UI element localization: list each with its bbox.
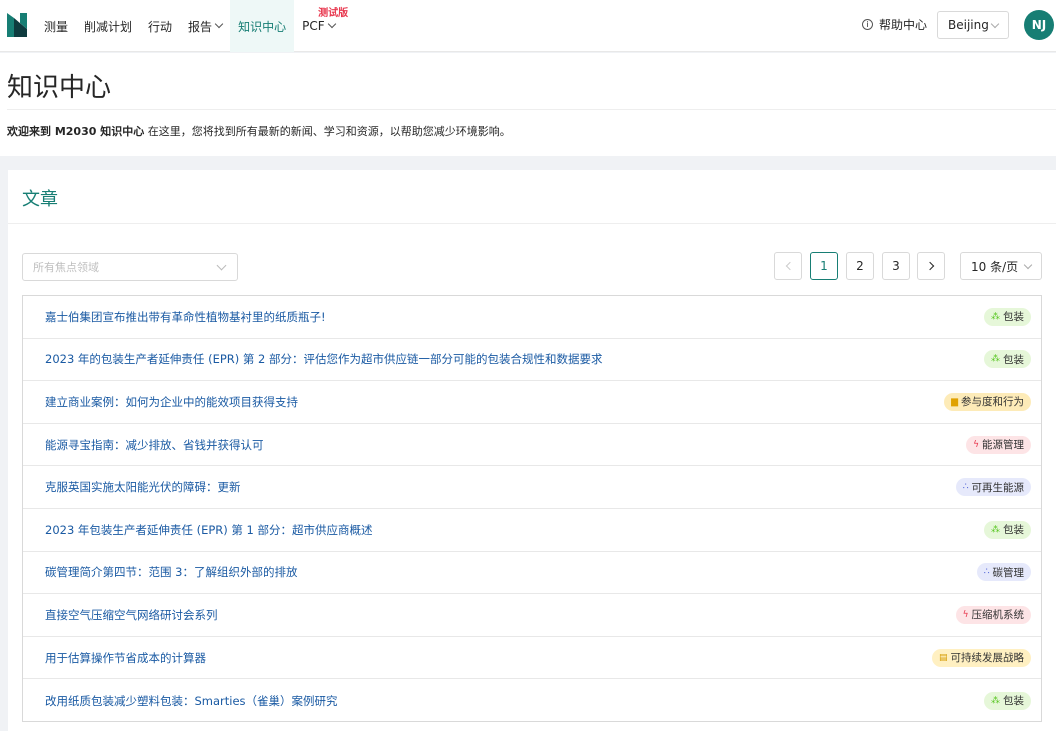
article-list: 嘉士伯集团宣布推出带有革命性植物基衬里的纸质瓶子! ⁂ 包装 2023 年的包装生产者…: [22, 295, 1042, 722]
article-title-link[interactable]: 2023 年的包装生产者延伸责任 (EPR) 第 2 部分：评估您作为超市供应链…: [45, 351, 603, 367]
chevron-down-icon: [216, 260, 227, 271]
focus-area-tag: ⁂ 包装: [984, 307, 1031, 326]
help-center-link[interactable]: i 帮助中心: [862, 16, 927, 33]
region-select[interactable]: Beijing: [937, 11, 1009, 39]
nav-item-4[interactable]: 知识中心: [230, 0, 295, 52]
article-row: 2023 年的包装生产者延伸责任 (EPR) 第 2 部分：评估您作为超市供应链…: [23, 339, 1041, 382]
article-row: 用于估算操作节省成本的计算器 ▤ 可持续发展战略: [23, 637, 1041, 680]
article-row: 直接空气压缩空气网络研讨会系列 ϟ 压缩机系统: [23, 594, 1041, 637]
focus-area-tag-label: 包装: [1003, 311, 1024, 324]
page-title: 知识中心: [7, 73, 112, 103]
article-row: 嘉士伯集团宣布推出带有革命性植物基衬里的纸质瓶子! ⁂ 包装: [23, 296, 1041, 339]
dots-icon: ∴: [962, 482, 969, 493]
article-row: 建立商业案例：如何为企业中的能效项目获得支持 ▆ 参与度和行为: [23, 381, 1041, 424]
nav-item-label: 削减计划: [84, 19, 133, 34]
welcome-rest: 在这里，您将找到所有最新的新闻、学习和资源，以帮助您减少环境影响。: [144, 125, 511, 138]
article-title-link[interactable]: 用于估算操作节省成本的计算器: [45, 650, 206, 666]
card-divider: [8, 223, 1056, 224]
focus-area-tag: ϟ 能源管理: [966, 435, 1031, 454]
chevron-left-icon: [785, 261, 794, 271]
article-row: 碳管理简介第四节：范围 3：了解组织外部的排放 ∴ 碳管理: [23, 552, 1041, 595]
help-center-label: 帮助中心: [879, 18, 928, 32]
app-logo[interactable]: [7, 13, 27, 37]
user-avatar[interactable]: NJ: [1024, 10, 1054, 40]
article-title-link[interactable]: 碳管理简介第四节：范围 3：了解组织外部的排放: [45, 564, 297, 580]
page-button-2[interactable]: 2: [846, 252, 874, 280]
header-divider: [7, 109, 1056, 110]
focus-area-tag: ▤ 可持续发展战略: [931, 648, 1031, 667]
nav-item-0[interactable]: 测量: [36, 0, 76, 52]
lightning-icon: ϟ: [973, 439, 979, 450]
nav-item-label: 测量: [44, 19, 69, 34]
article-title-link[interactable]: 克服英国实施太阳能光伏的障碍：更新: [45, 479, 241, 495]
article-title-link[interactable]: 嘉士伯集团宣布推出带有革命性植物基衬里的纸质瓶子!: [45, 309, 326, 325]
top-navigation-bar: 测量 削减计划 行动 报告 知识中心 PCF 测试版 i 帮助中心 Beijing NJ: [0, 0, 1056, 52]
region-value: Beijing: [948, 18, 989, 32]
chevron-down-icon: [1023, 260, 1033, 270]
page-header: 知识中心 欢迎来到 M2030 知识中心 在这里，您将找到所有最新的新闻、学习和…: [0, 53, 1056, 156]
chevron-right-icon: [925, 261, 934, 271]
prev-page-button[interactable]: [774, 252, 802, 280]
focus-area-tag: ⁂ 包装: [984, 520, 1031, 539]
next-page-button[interactable]: [917, 252, 945, 280]
focus-area-tag: ⁂ 包装: [984, 691, 1031, 710]
lightning-icon: ϟ: [962, 609, 969, 620]
article-title-link[interactable]: 改用纸质包装减少塑料包装：Smarties（雀巢）案例研究: [45, 693, 338, 709]
chevron-down-icon: [990, 19, 1000, 29]
focus-area-tag: ⁂ 包装: [984, 350, 1031, 369]
packaging-icon: ⁂: [991, 524, 1000, 535]
article-title-link[interactable]: 直接空气压缩空气网络研讨会系列: [45, 607, 218, 623]
articles-section-title: 文章: [22, 189, 58, 210]
dots-icon: ∴: [983, 567, 990, 578]
focus-area-tag-label: 包装: [1003, 695, 1024, 708]
info-icon: i: [862, 19, 873, 30]
packaging-icon: ⁂: [991, 695, 1000, 706]
chevron-down-icon: [327, 19, 336, 29]
page-size-value: 10 条/页: [971, 259, 1019, 274]
packaging-icon: ⁂: [991, 354, 1000, 365]
article-row: 克服英国实施太阳能光伏的障碍：更新 ∴ 可再生能源: [23, 466, 1041, 509]
main-nav: 测量 削减计划 行动 报告 知识中心 PCF 测试版: [36, 0, 348, 52]
nav-item-label: 行动: [148, 19, 173, 34]
welcome-bold: 欢迎来到 M2030 知识中心: [7, 125, 145, 138]
article-title-link[interactable]: 能源寻宝指南：减少排放、省钱并获得认可: [45, 437, 264, 453]
articles-card: 文章 所有焦点领域 123 10 条/页 嘉士伯集团宣布推出带有革命性植物基衬里…: [8, 170, 1056, 731]
nav-item-1[interactable]: 削减计划: [76, 0, 140, 52]
nav-item-label: PCF: [302, 19, 325, 33]
welcome-message: 欢迎来到 M2030 知识中心 在这里，您将找到所有最新的新闻、学习和资源，以帮…: [7, 123, 511, 139]
page-button-3[interactable]: 3: [882, 252, 910, 280]
focus-area-tag: ϟ 压缩机系统: [955, 605, 1031, 624]
nav-item-5[interactable]: PCF 测试版: [294, 0, 348, 52]
focus-area-tag-label: 包装: [1003, 524, 1024, 537]
focus-area-tag: ∴ 可再生能源: [955, 478, 1031, 497]
beta-badge: 测试版: [318, 8, 349, 19]
focus-area-tag-label: 参与度和行为: [961, 396, 1024, 409]
nav-item-label: 报告: [188, 19, 213, 34]
article-title-link[interactable]: 2023 年包装生产者延伸责任 (EPR) 第 1 部分：超市供应商概述: [45, 522, 373, 538]
article-row: 能源寻宝指南：减少排放、省钱并获得认可 ϟ 能源管理: [23, 424, 1041, 467]
nav-item-2[interactable]: 行动: [140, 0, 180, 52]
focus-area-tag-label: 可持续发展战略: [950, 652, 1025, 665]
focus-area-tag-label: 能源管理: [982, 439, 1024, 452]
nav-item-3[interactable]: 报告: [180, 0, 230, 52]
article-row: 改用纸质包装减少塑料包装：Smarties（雀巢）案例研究 ⁂ 包装: [23, 679, 1041, 722]
focus-area-tag-label: 碳管理: [992, 566, 1025, 579]
focus-area-tag: ∴ 碳管理: [976, 563, 1031, 582]
focus-area-tag-label: 可再生能源: [971, 481, 1025, 494]
focus-area-filter[interactable]: 所有焦点领域: [22, 253, 238, 281]
focus-area-tag: ▆ 参与度和行为: [944, 392, 1031, 411]
packaging-icon: ⁂: [991, 311, 1000, 322]
focus-area-tag-label: 压缩机系统: [971, 609, 1025, 622]
nav-item-label: 知识中心: [238, 19, 287, 34]
focus-area-tag-label: 包装: [1003, 353, 1024, 366]
article-row: 2023 年包装生产者延伸责任 (EPR) 第 1 部分：超市供应商概述 ⁂ 包装: [23, 509, 1041, 552]
article-title-link[interactable]: 建立商业案例：如何为企业中的能效项目获得支持: [45, 394, 298, 410]
chevron-down-icon: [214, 19, 224, 29]
focus-area-placeholder: 所有焦点领域: [33, 261, 99, 274]
page-button-1[interactable]: 1: [810, 252, 838, 280]
folder-icon: ▆: [951, 396, 958, 407]
page-size-select[interactable]: 10 条/页: [960, 252, 1042, 280]
document-icon: ▤: [938, 652, 948, 663]
